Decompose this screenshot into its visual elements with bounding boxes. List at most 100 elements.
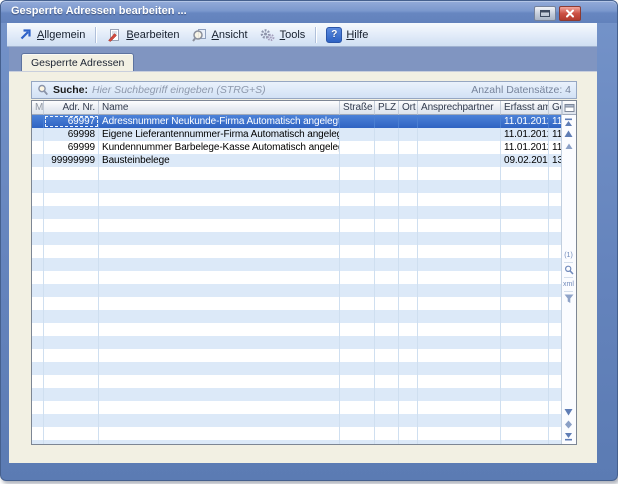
cell-plz[interactable]	[375, 115, 399, 128]
cell-ort[interactable]	[399, 336, 418, 349]
xml-export-button[interactable]: xml	[563, 280, 574, 289]
cell-erfasst-am[interactable]	[501, 167, 549, 180]
scroll-page-down-button[interactable]	[563, 407, 574, 417]
cell-ort[interactable]	[399, 232, 418, 245]
scroll-to-bottom-button[interactable]	[563, 431, 574, 441]
cell-strasse[interactable]	[340, 245, 375, 258]
table-row-empty[interactable]	[32, 414, 562, 427]
table-row-empty[interactable]	[32, 219, 562, 232]
cell-m[interactable]	[32, 375, 44, 388]
cell-ansprechpartner[interactable]	[418, 375, 501, 388]
cell-plz[interactable]	[375, 362, 399, 375]
filter-button[interactable]	[563, 294, 574, 304]
cell-strasse[interactable]	[340, 167, 375, 180]
cell-name[interactable]	[99, 258, 340, 271]
cell-ansprechpartner[interactable]	[418, 349, 501, 362]
cell-plz[interactable]	[375, 245, 399, 258]
cell-name[interactable]: Eigene Lieferantennummer-Firma Automatis…	[99, 128, 340, 141]
cell-ansprechpartner[interactable]	[418, 115, 501, 128]
cell-erfasst-am[interactable]	[501, 245, 549, 258]
cell-name[interactable]	[99, 284, 340, 297]
cell-name[interactable]	[99, 375, 340, 388]
cell-m[interactable]	[32, 141, 44, 154]
cell-ort[interactable]	[399, 297, 418, 310]
cell-strasse[interactable]	[340, 115, 375, 128]
cell-ansprechpartner[interactable]	[418, 362, 501, 375]
cell-name[interactable]	[99, 388, 340, 401]
cell-ansprechpartner[interactable]	[418, 206, 501, 219]
cell-plz[interactable]	[375, 336, 399, 349]
cell-erfasst-am[interactable]	[501, 180, 549, 193]
table-row-empty[interactable]	[32, 297, 562, 310]
column-header-ansprechpartner[interactable]: Ansprechpartner	[418, 101, 501, 115]
cell-m[interactable]	[32, 401, 44, 414]
cell-erfasst-am[interactable]	[501, 323, 549, 336]
cell-strasse[interactable]	[340, 232, 375, 245]
cell-ort[interactable]	[399, 245, 418, 258]
cell-ort[interactable]	[399, 349, 418, 362]
column-header-ort[interactable]: Ort	[399, 101, 418, 115]
cell-erfasst-am[interactable]	[501, 427, 549, 440]
cell-ort[interactable]	[399, 323, 418, 336]
column-header-m[interactable]: M	[32, 101, 44, 115]
cell-ort[interactable]	[399, 375, 418, 388]
cell-plz[interactable]	[375, 167, 399, 180]
cell-strasse[interactable]	[340, 427, 375, 440]
cell-strasse[interactable]	[340, 258, 375, 271]
cell-strasse[interactable]	[340, 323, 375, 336]
table-row-empty[interactable]	[32, 310, 562, 323]
cell-m[interactable]	[32, 115, 44, 128]
cell-ort[interactable]	[399, 206, 418, 219]
table-row-empty[interactable]	[32, 206, 562, 219]
cell-m[interactable]	[32, 284, 44, 297]
cell-name[interactable]	[99, 414, 340, 427]
table-row-empty[interactable]	[32, 401, 562, 414]
cell-m[interactable]	[32, 232, 44, 245]
cell-adr-nr[interactable]	[44, 427, 99, 440]
cell-ansprechpartner[interactable]	[418, 414, 501, 427]
table-row-empty[interactable]	[32, 323, 562, 336]
cell-ansprechpartner[interactable]	[418, 388, 501, 401]
cell-plz[interactable]	[375, 154, 399, 167]
cell-adr-nr[interactable]	[44, 349, 99, 362]
cell-m[interactable]	[32, 440, 44, 444]
cell-m[interactable]	[32, 258, 44, 271]
cell-adr-nr[interactable]	[44, 375, 99, 388]
restore-button[interactable]	[534, 6, 556, 21]
cell-plz[interactable]	[375, 258, 399, 271]
cell-ansprechpartner[interactable]	[418, 219, 501, 232]
table-row-empty[interactable]	[32, 258, 562, 271]
cell-erfasst-am[interactable]	[501, 336, 549, 349]
scroll-row-down-button[interactable]	[563, 419, 574, 429]
cell-name[interactable]	[99, 401, 340, 414]
cell-ansprechpartner[interactable]	[418, 297, 501, 310]
cell-plz[interactable]	[375, 349, 399, 362]
cell-plz[interactable]	[375, 297, 399, 310]
cell-ansprechpartner[interactable]	[418, 440, 501, 444]
cell-m[interactable]	[32, 388, 44, 401]
cell-ort[interactable]	[399, 128, 418, 141]
cell-adr-nr[interactable]: 99999999	[44, 154, 99, 167]
cell-erfasst-am[interactable]: 11.01.2012	[501, 141, 549, 154]
cell-adr-nr[interactable]	[44, 232, 99, 245]
cell-strasse[interactable]	[340, 375, 375, 388]
cell-ort[interactable]	[399, 440, 418, 444]
cell-m[interactable]	[32, 154, 44, 167]
column-header-adr-nr[interactable]: Adr. Nr.	[44, 101, 99, 115]
cell-adr-nr[interactable]	[44, 258, 99, 271]
cell-ort[interactable]	[399, 154, 418, 167]
cell-adr-nr[interactable]: 69998	[44, 128, 99, 141]
cell-erfasst-am[interactable]: 09.02.2012	[501, 154, 549, 167]
cell-name[interactable]	[99, 310, 340, 323]
cell-strasse[interactable]	[340, 440, 375, 444]
cell-strasse[interactable]	[340, 310, 375, 323]
cell-erfasst-am[interactable]: 11.01.2012	[501, 128, 549, 141]
cell-name[interactable]	[99, 323, 340, 336]
cell-strasse[interactable]	[340, 336, 375, 349]
grid-search-button[interactable]	[563, 265, 574, 275]
cell-ort[interactable]	[399, 180, 418, 193]
cell-adr-nr[interactable]: 69999	[44, 141, 99, 154]
cell-m[interactable]	[32, 310, 44, 323]
cell-ansprechpartner[interactable]	[418, 258, 501, 271]
cell-m[interactable]	[32, 193, 44, 206]
